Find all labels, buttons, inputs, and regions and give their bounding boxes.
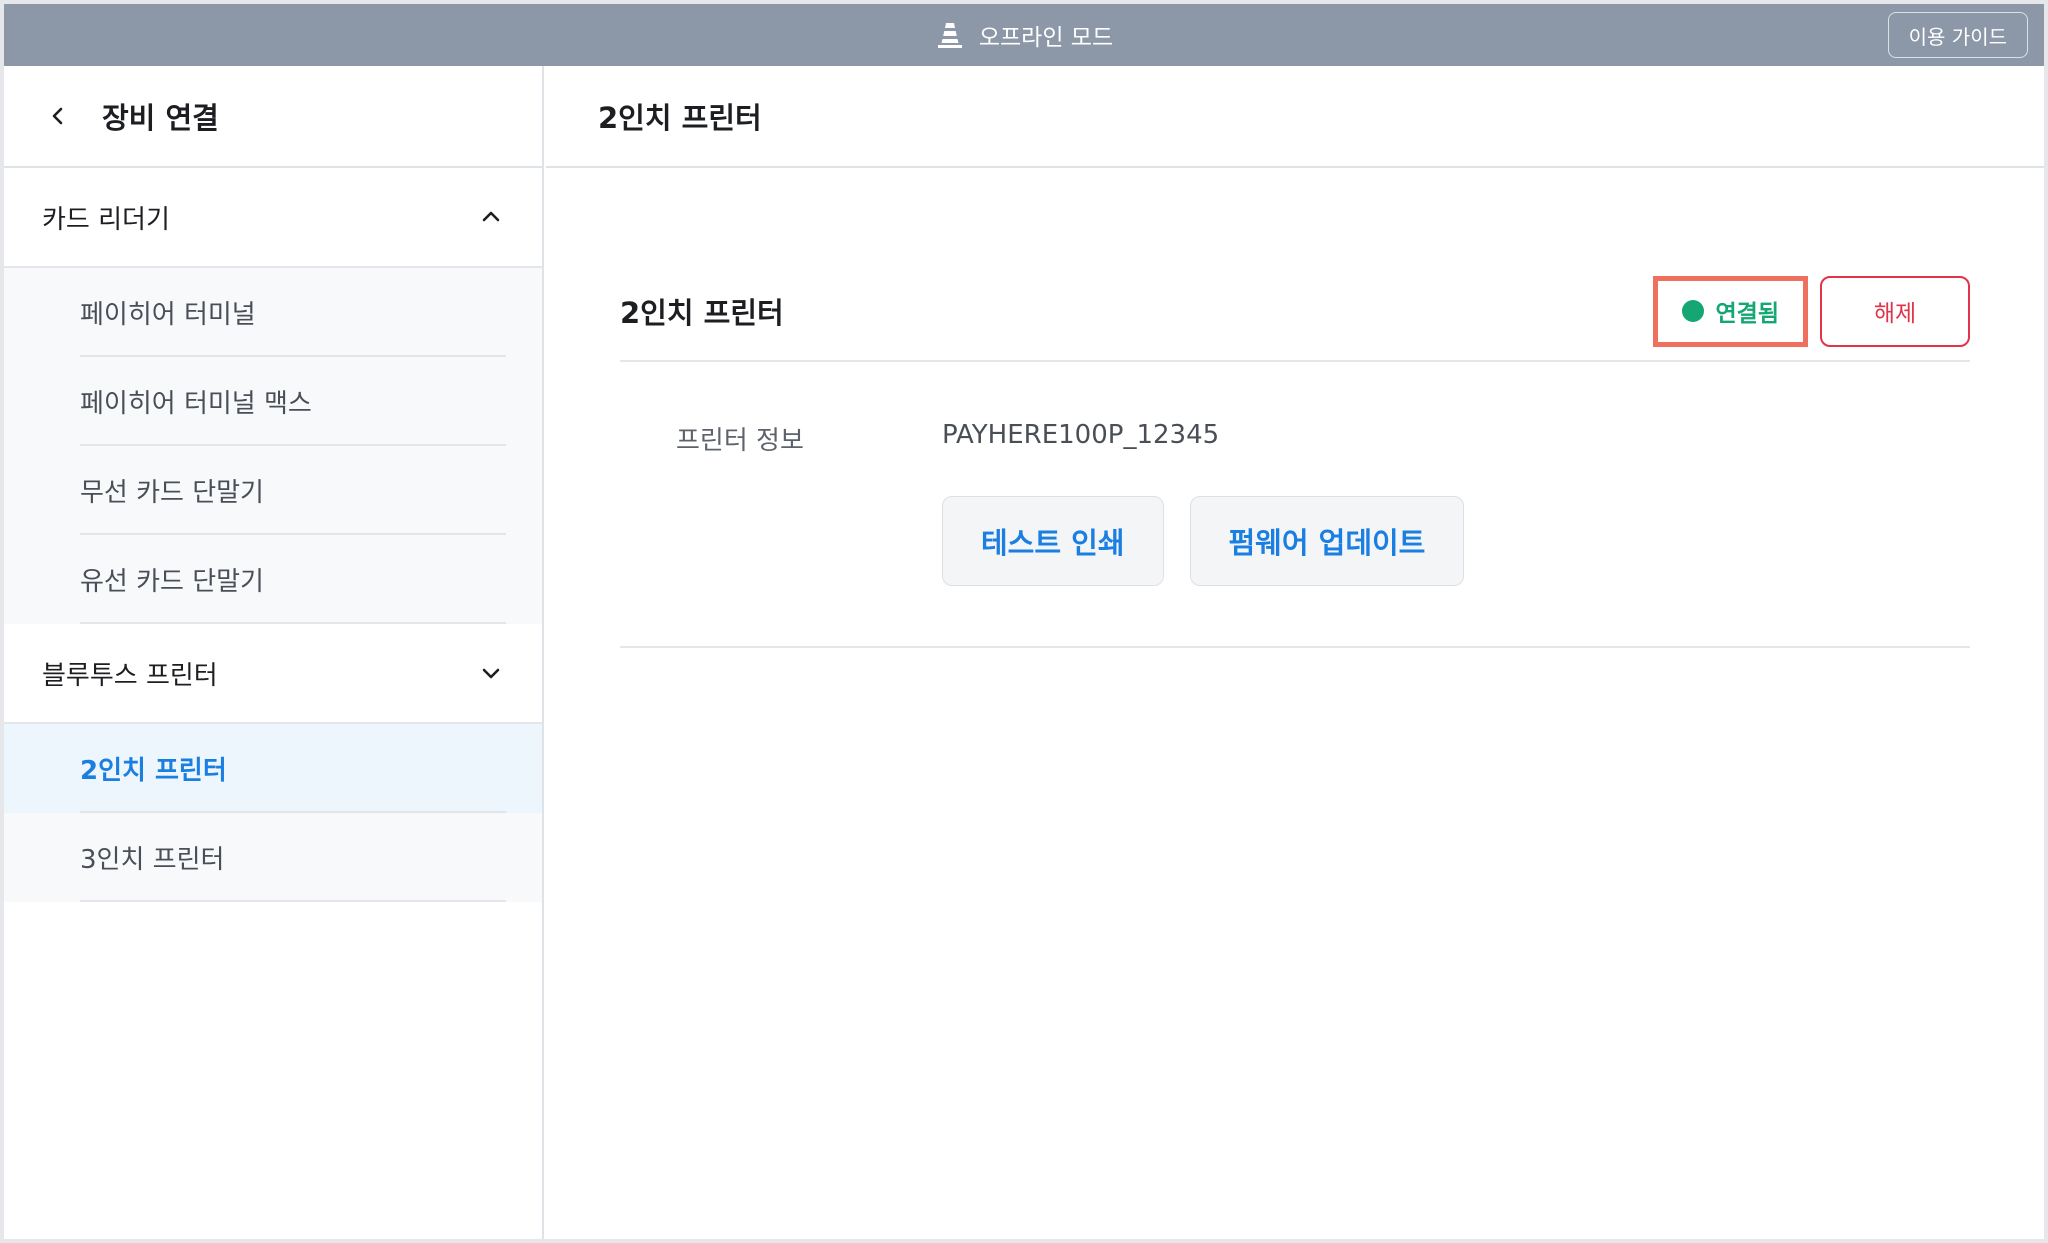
sidebar-item-label: 페이히어 터미널 맥스 (80, 389, 312, 419)
sidebar-item-payhere-terminal-max[interactable]: 페이히어 터미널 맥스 (4, 357, 542, 446)
sidebar-item-label: 3인치 프린터 (80, 845, 225, 875)
sidebar-item-label: 페이히어 터미널 (80, 300, 256, 330)
sidebar: 장비 연결 카드 리더기 페이히어 터미널 페이히어 터미널 맥스 무선 카드 … (4, 66, 544, 1239)
sidebar-item-label: 2인치 프린터 (80, 756, 227, 786)
device-name: 2인치 프린터 (620, 296, 784, 330)
device-actions: 연결됨 해제 (1652, 275, 1970, 347)
sidebar-item-payhere-terminal[interactable]: 페이히어 터미널 (4, 268, 542, 357)
status-dot-icon (1681, 300, 1704, 322)
offline-mode-indicator: 오프라인 모드 (935, 18, 1113, 52)
printer-info-label: 프린터 정보 (676, 426, 804, 456)
device-card-body: 프린터 정보 PAYHERE100P_12345 테스트 인쇄 펌웨어 업데이트 (620, 362, 1970, 648)
device-button-row: 테스트 인쇄 펌웨어 업데이트 (942, 496, 1465, 586)
printer-info-value: PAYHERE100P_12345 (942, 420, 1220, 450)
traffic-cone-icon (937, 23, 962, 48)
offline-mode-label: 오프라인 모드 (978, 25, 1114, 51)
chevron-up-icon (482, 211, 500, 222)
main-header: 2인치 프린터 (546, 66, 2044, 168)
sidebar-item-wireless-card-terminal[interactable]: 무선 카드 단말기 (4, 446, 542, 535)
sidebar-item-label: 무선 카드 단말기 (80, 478, 264, 508)
bluetooth-printer-list: 2인치 프린터 3인치 프린터 (4, 724, 542, 902)
group-bluetooth-printer[interactable]: 블루투스 프린터 (4, 624, 542, 724)
device-card: 2인치 프린터 연결됨 해제 프린터 정보 PAYHERE100P_12345 … (620, 262, 1970, 648)
top-bar: 오프라인 모드 이용 가이드 (4, 4, 2044, 66)
sidebar-item-wired-card-terminal[interactable]: 유선 카드 단말기 (4, 535, 542, 624)
sidebar-item-label: 유선 카드 단말기 (80, 567, 264, 597)
device-card-header: 2인치 프린터 연결됨 해제 (620, 262, 1970, 362)
page-title: 2인치 프린터 (598, 101, 762, 135)
disconnect-button[interactable]: 해제 (1820, 275, 1970, 347)
connection-status-badge: 연결됨 (1652, 275, 1808, 347)
group-label: 카드 리더기 (42, 204, 170, 235)
sidebar-item-2inch-printer[interactable]: 2인치 프린터 (4, 724, 542, 813)
sidebar-header: 장비 연결 (4, 66, 542, 168)
app-window: 오프라인 모드 이용 가이드 장비 연결 카드 리더기 페이히어 터미널 페이히… (4, 4, 2044, 1239)
user-guide-button[interactable]: 이용 가이드 (1887, 12, 2028, 58)
sidebar-item-3inch-printer[interactable]: 3인치 프린터 (4, 813, 542, 902)
group-label: 블루투스 프린터 (42, 660, 218, 691)
group-card-reader[interactable]: 카드 리더기 (4, 168, 542, 268)
sidebar-title: 장비 연결 (102, 101, 219, 135)
firmware-update-button[interactable]: 펌웨어 업데이트 (1189, 496, 1465, 586)
status-text: 연결됨 (1715, 301, 1779, 327)
test-print-button[interactable]: 테스트 인쇄 (942, 496, 1164, 586)
chevron-left-icon[interactable] (44, 102, 72, 130)
card-reader-list: 페이히어 터미널 페이히어 터미널 맥스 무선 카드 단말기 유선 카드 단말기 (4, 268, 542, 624)
chevron-down-icon (482, 668, 500, 679)
